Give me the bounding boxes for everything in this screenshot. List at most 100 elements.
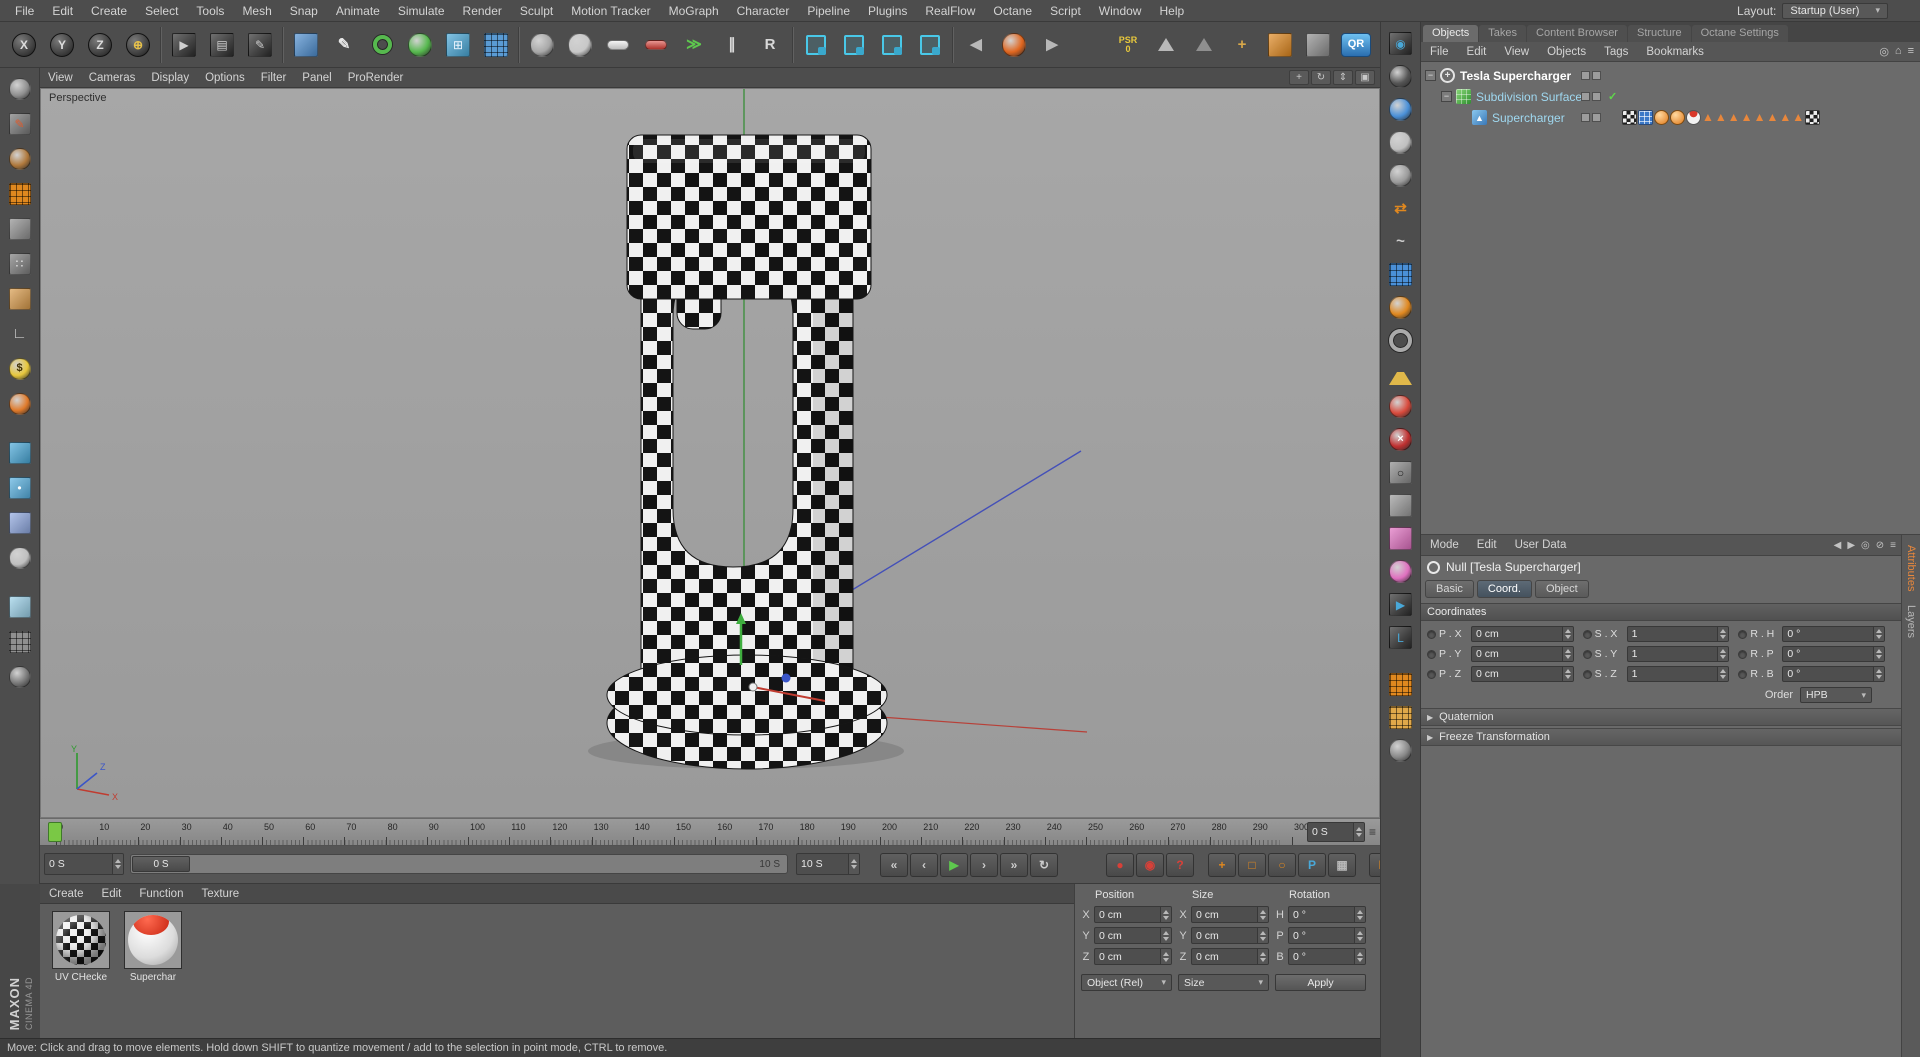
- r-p-field-spinner[interactable]: [1873, 647, 1885, 661]
- viewport-menu-cameras[interactable]: Cameras: [81, 68, 144, 88]
- add-cube-primitive-button[interactable]: [287, 24, 325, 66]
- s-z-field[interactable]: 1: [1626, 666, 1730, 682]
- soft-sphere-shader-button[interactable]: [1383, 159, 1419, 192]
- tri-tag[interactable]: ▲: [1715, 110, 1727, 125]
- size-y-field[interactable]: 0 cm: [1191, 927, 1269, 944]
- object-mode-button[interactable]: [2, 211, 38, 246]
- material-item-uv-checke[interactable]: UV CHecke: [50, 911, 112, 983]
- visibility-dots[interactable]: [1581, 113, 1601, 122]
- attribute-tab-coord[interactable]: Coord.: [1476, 580, 1532, 598]
- snap-workplane-button[interactable]: [1185, 24, 1223, 66]
- menu-select[interactable]: Select: [136, 0, 187, 22]
- array-generator-button[interactable]: ⊞: [439, 24, 477, 66]
- menu-simulate[interactable]: Simulate: [389, 0, 454, 22]
- size-dropdown[interactable]: Size ▾: [1178, 974, 1269, 991]
- side-tab-attributes[interactable]: Attributes: [1905, 545, 1917, 591]
- viewport[interactable]: Perspective Y X Z: [40, 88, 1380, 818]
- menu-motion-tracker[interactable]: Motion Tracker: [562, 0, 659, 22]
- section-freeze-transformation[interactable]: ▶ Freeze Transformation: [1421, 728, 1920, 746]
- s-y-field-spinner[interactable]: [1717, 647, 1729, 661]
- next-key-button[interactable]: ›: [970, 853, 998, 877]
- viewport-menu-display[interactable]: Display: [143, 68, 197, 88]
- om-menu-edit[interactable]: Edit: [1458, 42, 1496, 62]
- menu-window[interactable]: Window: [1090, 0, 1151, 22]
- viewport-menu-view[interactable]: View: [40, 68, 81, 88]
- timeline-menu-icon[interactable]: ≡: [1369, 825, 1376, 839]
- lasso-selection-button[interactable]: [873, 24, 911, 66]
- object-rel-dropdown[interactable]: Object (Rel) ▾: [1081, 974, 1172, 991]
- magnify-cube-button[interactable]: ○: [1383, 456, 1419, 489]
- gizmo-center[interactable]: [748, 682, 758, 692]
- play-animation-ticks-button[interactable]: ≫: [675, 24, 713, 66]
- go-to-end-button[interactable]: »: [1000, 853, 1028, 877]
- menu-edit[interactable]: Edit: [43, 0, 82, 22]
- supercharger-model[interactable]: [41, 89, 1380, 818]
- rectangle-selection-button[interactable]: [835, 24, 873, 66]
- layer-dot[interactable]: [1592, 113, 1601, 122]
- grid-blue-button[interactable]: [1383, 258, 1419, 291]
- workplane-snap-button[interactable]: [2, 505, 38, 540]
- om-menu-file[interactable]: File: [1421, 42, 1458, 62]
- om-menu-view[interactable]: View: [1495, 42, 1538, 62]
- rotation-b-field[interactable]: 0 °: [1288, 948, 1366, 965]
- search-icon[interactable]: ◎: [1861, 540, 1870, 551]
- ruler-end-field[interactable]: 0 S: [1306, 822, 1365, 842]
- keyframe-radio[interactable]: [1738, 669, 1748, 679]
- current-frame-spinner[interactable]: [112, 854, 123, 874]
- edit-render-settings-button[interactable]: ✎: [241, 24, 279, 66]
- texture-mode-button[interactable]: [2, 176, 38, 211]
- octane-quick-render-button[interactable]: QR: [1337, 24, 1375, 66]
- spline-curve-button[interactable]: ~: [1383, 225, 1419, 258]
- position-y-field[interactable]: 0 cm: [1094, 927, 1172, 944]
- gray-sphere-shader-button[interactable]: [1383, 126, 1419, 159]
- film-reel-button[interactable]: [1383, 60, 1419, 93]
- am-menu-edit[interactable]: Edit: [1468, 535, 1506, 556]
- simulate-cloth-button[interactable]: [523, 24, 561, 66]
- keyframe-radio[interactable]: [1427, 649, 1436, 659]
- size-x-field[interactable]: 0 cm: [1191, 906, 1269, 923]
- uv-sphere-button[interactable]: [1383, 734, 1419, 767]
- grid-array-button[interactable]: [2, 624, 38, 659]
- menu-sculpt[interactable]: Sculpt: [511, 0, 562, 22]
- snap-modes-button[interactable]: •: [2, 470, 38, 505]
- keyframe-radio[interactable]: [1427, 629, 1436, 639]
- layout-select[interactable]: Startup (User) ▾: [1782, 2, 1888, 19]
- checker-tag[interactable]: [1622, 110, 1637, 125]
- side-tab-layers[interactable]: Layers: [1905, 605, 1917, 638]
- y-axis-lock-button[interactable]: Y: [43, 24, 81, 66]
- key-position-button[interactable]: +: [1208, 853, 1236, 877]
- panel-menu-icon[interactable]: ≡: [1890, 540, 1896, 551]
- points-mode-button[interactable]: ∷: [2, 246, 38, 281]
- phong-tag[interactable]: [1654, 110, 1669, 125]
- history-forward-button[interactable]: ▶: [1033, 24, 1071, 66]
- layer-dot[interactable]: [1581, 71, 1590, 80]
- order-dropdown[interactable]: HPB ▾: [1800, 687, 1872, 703]
- r-b-field-spinner[interactable]: [1873, 667, 1885, 681]
- live-selection-button[interactable]: [797, 24, 835, 66]
- grid-sphere-orange-button[interactable]: [1383, 291, 1419, 324]
- menu-octane[interactable]: Octane: [984, 0, 1041, 22]
- keyframe-radio[interactable]: [1582, 649, 1592, 659]
- x-axis-lock-button[interactable]: X: [5, 24, 43, 66]
- object-row-subdivision-surface[interactable]: − Subdivision Surface ✓: [1421, 86, 1920, 107]
- apply-button[interactable]: Apply: [1275, 974, 1366, 991]
- dollar-coin-button[interactable]: $: [2, 351, 38, 386]
- volume-generator-button[interactable]: [401, 24, 439, 66]
- viewport-menu-panel[interactable]: Panel: [294, 68, 339, 88]
- duration-spinner[interactable]: [848, 854, 859, 874]
- keyframe-help-button[interactable]: ?: [1166, 853, 1194, 877]
- menu-pipeline[interactable]: Pipeline: [798, 0, 859, 22]
- keyframe-radio[interactable]: [1738, 649, 1748, 659]
- lock-workplane-button[interactable]: [1147, 24, 1185, 66]
- subdivision-surface-generator-button[interactable]: [363, 24, 401, 66]
- simulate-dynamics-button[interactable]: [561, 24, 599, 66]
- key-scale-button[interactable]: □: [1238, 853, 1266, 877]
- om-menu-tags[interactable]: Tags: [1595, 42, 1637, 62]
- keyframe-radio[interactable]: [1582, 629, 1592, 639]
- octane-orb-button[interactable]: [995, 24, 1033, 66]
- expander-icon[interactable]: −: [1425, 70, 1436, 81]
- go-to-start-button[interactable]: «: [880, 853, 908, 877]
- s-x-field-spinner[interactable]: [1717, 627, 1729, 641]
- ruler-end-spinner[interactable]: [1352, 823, 1364, 841]
- om-menu-objects[interactable]: Objects: [1538, 42, 1595, 62]
